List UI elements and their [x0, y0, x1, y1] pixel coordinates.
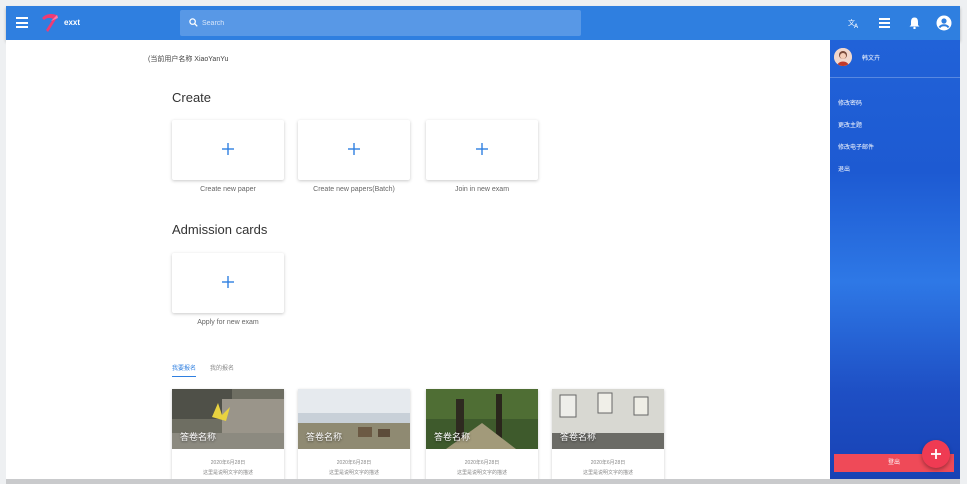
divider	[830, 77, 960, 78]
user-side-panel: 韩文卉 修改密码 更改主题 修改电子邮件 退出 登出	[830, 40, 960, 480]
plus-icon	[222, 276, 234, 288]
join-new-exam-label: Join in new exam	[454, 186, 510, 193]
exam-card[interactable]: 答卷名称 2020年6月28日 这里是说明文字的描述	[298, 389, 410, 483]
exam-tabs: 我要报名 我的报名	[172, 363, 234, 377]
breadcrumb: (当前用户名称 XiaoYanYu	[148, 56, 229, 63]
svg-text:A: A	[854, 23, 859, 29]
exam-name: 答卷名称	[306, 432, 343, 442]
app-logo[interactable]: exxt	[40, 12, 96, 34]
exam-name: 答卷名称	[180, 432, 217, 442]
menu-icon[interactable]	[16, 17, 28, 28]
plus-icon	[348, 143, 360, 155]
exam-description: 这里是说明文字的描述	[582, 470, 633, 476]
apply-new-exam-label: Apply for new exam	[197, 319, 259, 326]
create-new-paper-card[interactable]	[172, 120, 284, 180]
add-fab-button[interactable]	[922, 440, 950, 468]
plus-icon	[931, 449, 941, 459]
app-frame: exxt 文 A	[0, 0, 967, 484]
menu-item-change-email[interactable]: 修改电子邮件	[838, 142, 874, 151]
exam-date: 2020年6月28日	[590, 460, 626, 466]
bottom-scrollbar[interactable]	[6, 479, 960, 484]
search-bar[interactable]	[180, 10, 581, 36]
account-icon[interactable]	[936, 15, 952, 31]
bell-icon[interactable]	[906, 15, 922, 31]
create-section-title: Create	[172, 90, 212, 105]
exam-date: 2020年6月28日	[210, 460, 246, 466]
top-app-bar: exxt 文 A	[6, 6, 960, 40]
plus-icon	[476, 143, 488, 155]
main-content: (当前用户名称 XiaoYanYu Create Create new pape…	[6, 40, 830, 483]
menu-item-change-theme[interactable]: 更改主题	[838, 120, 862, 129]
create-batch-papers-card[interactable]	[298, 120, 410, 180]
tab-my-registrations[interactable]: 我的报名	[210, 363, 234, 377]
avatar[interactable]	[834, 48, 852, 66]
exam-card[interactable]: 答卷名称 2020年6月28日 这里是说明文字的描述	[552, 389, 664, 483]
menu-item-change-password[interactable]: 修改密码	[838, 98, 862, 107]
exam-description: 这里是说明文字的描述	[328, 470, 379, 476]
exam-description: 这里是说明文字的描述	[202, 470, 253, 476]
menu-item-logout[interactable]: 退出	[838, 164, 850, 173]
translate-icon[interactable]: 文 A	[846, 15, 862, 31]
logo-text: exxt	[64, 18, 81, 27]
logo-mark-icon	[42, 13, 58, 32]
top-actions: 文 A	[846, 14, 952, 32]
tab-my-signup[interactable]: 我要报名	[172, 363, 197, 377]
join-new-exam-card[interactable]	[426, 120, 538, 180]
exam-name: 答卷名称	[434, 432, 471, 442]
search-icon	[189, 18, 198, 27]
user-profile[interactable]: 韩文卉	[834, 48, 956, 70]
user-name: 韩文卉	[862, 56, 881, 62]
plus-icon	[222, 143, 234, 155]
admission-section-title: Admission cards	[172, 222, 268, 237]
exam-date: 2020年6月28日	[464, 460, 500, 466]
exam-description: 这里是说明文字的描述	[456, 470, 507, 476]
create-batch-papers-label: Create new papers(Batch)	[313, 186, 395, 193]
search-input[interactable]	[202, 15, 562, 31]
exam-card[interactable]: 答卷名称 2020年6月28日 这里是说明文字的描述	[426, 389, 538, 483]
list-icon[interactable]	[876, 15, 892, 31]
exam-date: 2020年6月28日	[336, 460, 372, 466]
exam-card[interactable]: 答卷名称 2020年6月28日 这里是说明文字的描述	[172, 389, 284, 483]
create-new-paper-label: Create new paper	[200, 186, 256, 193]
apply-new-exam-card[interactable]	[172, 253, 284, 313]
exam-name: 答卷名称	[560, 432, 597, 442]
